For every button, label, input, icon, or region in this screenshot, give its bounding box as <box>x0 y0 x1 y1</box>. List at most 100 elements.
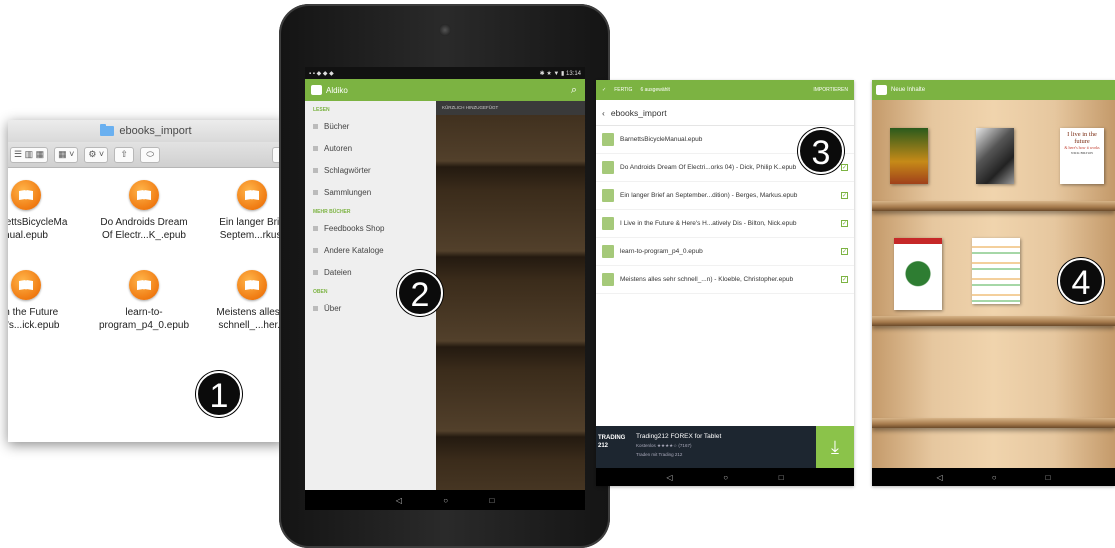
cover-author: NICK BILTON <box>1071 151 1093 155</box>
drawer-item-label: Bücher <box>324 121 350 131</box>
file-name-line2: program_p4_0.epub <box>98 320 190 331</box>
file-checkbox[interactable]: ✓ <box>841 192 848 199</box>
epub-file-icon <box>11 270 41 300</box>
step-badge-3: 3 <box>798 128 844 174</box>
file-name-line2: nual.epub <box>8 230 48 241</box>
back-icon[interactable]: ◁ <box>937 473 943 482</box>
drawer-item-label: Dateien <box>324 267 352 277</box>
ad-text: Trading212 FOREX for Tablet Kostenlos ★★… <box>636 432 721 459</box>
file-item[interactable]: Meistens alles s schnell_...her.e <box>202 270 284 332</box>
status-time: 13:14 <box>565 70 581 77</box>
back-icon[interactable]: ◁ <box>666 473 672 482</box>
file-item[interactable]: Do Androids Dream Of Electr...K_.epub <box>94 180 194 242</box>
book-cover[interactable] <box>972 238 1020 304</box>
recent-apps-icon[interactable]: □ <box>779 473 784 482</box>
file-item[interactable]: e in the Future ere's...ick.epub <box>8 270 76 332</box>
share-button[interactable]: ⇧ <box>114 146 135 163</box>
file-name-line1: BarnettsBicycleMa <box>8 217 68 228</box>
import-button[interactable]: IMPORTIEREN <box>813 87 848 93</box>
signal-icons: ✱ ★ ▼ ▮ <box>539 70 566 77</box>
action-gear-button[interactable]: ⚙ ˅ <box>84 146 109 163</box>
recent-apps-icon[interactable]: □ <box>489 496 494 505</box>
android-nav-bar: ◁ ○ □ <box>305 490 585 510</box>
file-row[interactable]: Meistens alles sehr schnell_...n) - Kloe… <box>596 266 854 294</box>
drawer-item-tags[interactable]: Schlagwörter <box>305 159 436 181</box>
back-icon[interactable]: ◁ <box>396 496 402 505</box>
ad-note: Traden mit Trading 212 <box>636 452 683 457</box>
book-cover[interactable] <box>976 128 1014 184</box>
android-nav-bar: ◁ ○ □ <box>872 468 1115 486</box>
file-checkbox[interactable]: ✓ <box>841 276 848 283</box>
book-cover[interactable]: I live in the future & here's how it wor… <box>1060 128 1104 184</box>
drawer-item-label: Über <box>324 303 342 313</box>
step-badge-4: 4 <box>1058 258 1104 304</box>
file-row[interactable]: I Live in the Future & Here's H...ativel… <box>596 210 854 238</box>
ad-title: Trading212 FOREX for Tablet <box>636 433 722 440</box>
finder-toolbar: ☰ ▥ ▦ ▦ ˅ ⚙ ˅ ⇧ ⬭ <box>8 142 284 168</box>
search-icon[interactable]: ⌕ <box>571 84 577 97</box>
epub-file-icon <box>129 180 159 210</box>
file-row[interactable]: Ein langer Brief an September...dition) … <box>596 182 854 210</box>
ad-logo-top: TRADING <box>598 435 626 441</box>
drawer-item-label: Feedbooks Shop <box>324 223 385 233</box>
drawer-item-books[interactable]: Bücher <box>305 115 436 137</box>
books-icon <box>313 123 318 129</box>
file-row[interactable]: learn-to-program_p4_0.epub ✓ <box>596 238 854 266</box>
epub-file-icon <box>129 270 159 300</box>
aldiko-app-bar: Aldiko ⌕ <box>305 79 585 101</box>
epub-file-icon <box>11 180 41 210</box>
file-name-line2: Of Electr...K_.epub <box>102 230 186 241</box>
file-name: I Live in the Future & Here's H...ativel… <box>620 220 797 227</box>
book-cover[interactable] <box>890 128 928 184</box>
tag-icon <box>313 167 318 173</box>
selected-count: 6 ausgewählt <box>640 87 670 93</box>
tag-button[interactable]: ⬭ <box>140 146 161 163</box>
drawer-item-catalogs[interactable]: Andere Kataloge <box>305 239 436 261</box>
status-bar: ▪ ▪ ◆ ◆ ◆ ✱ ★ ▼ ▮ 13:14 <box>305 67 585 79</box>
recent-apps-icon[interactable]: □ <box>1046 473 1051 482</box>
done-button[interactable]: FERTIG <box>614 87 632 93</box>
tablet-screen: ▪ ▪ ◆ ◆ ◆ ✱ ★ ▼ ▮ 13:14 Aldiko ⌕ LESEN B… <box>305 67 585 510</box>
ad-logo-bottom: 212 <box>598 443 609 449</box>
home-icon[interactable]: ○ <box>723 473 728 482</box>
file-name-line1: e in the Future <box>8 307 59 318</box>
file-name: Do Androids Dream Of Electri...orks 04) … <box>620 164 797 171</box>
book-cover[interactable] <box>894 238 942 310</box>
drawer-item-collections[interactable]: Sammlungen <box>305 181 436 203</box>
recent-header: KÜRZLICH HINZUGEFÜGT <box>436 101 585 115</box>
finder-title: ebooks_import <box>119 125 192 137</box>
file-item[interactable]: BarnettsBicycleMa nual.epub <box>8 180 76 242</box>
arrange-button[interactable]: ▦ ˅ <box>54 146 79 163</box>
step-badge-1: 1 <box>196 371 242 417</box>
ad-rating: Kostenlos ★★★★☆ (7167) <box>636 443 692 448</box>
file-name-line2: ere's...ick.epub <box>8 320 60 331</box>
catalog-icon <box>313 247 318 253</box>
cover-title: I live in the future <box>1067 131 1097 145</box>
file-name-line2: schnell_...her.e <box>218 320 284 331</box>
drawer-item-authors[interactable]: Autoren <box>305 137 436 159</box>
file-item[interactable]: learn-to- program_p4_0.epub <box>94 270 194 332</box>
home-icon[interactable]: ○ <box>992 473 997 482</box>
home-icon[interactable]: ○ <box>443 496 448 505</box>
view-icon-button[interactable]: ☰ ▥ ▦ <box>10 146 49 163</box>
file-item[interactable]: Ein langer Brie Septem...rkus. <box>202 180 284 242</box>
store-icon <box>313 225 318 231</box>
file-checkbox[interactable]: ✓ <box>841 220 848 227</box>
drawer-item-label: Sammlungen <box>324 187 372 197</box>
download-icon[interactable]: ⤓ <box>816 426 854 468</box>
drawer-item-feedbooks[interactable]: Feedbooks Shop <box>305 217 436 239</box>
file-checkbox[interactable]: ✓ <box>841 248 848 255</box>
file-checkbox[interactable]: ✓ <box>841 164 848 171</box>
epub-file-icon <box>602 273 614 286</box>
done-check-icon[interactable]: ✓ <box>602 87 606 93</box>
aldiko-logo-icon[interactable] <box>876 85 887 95</box>
ad-banner[interactable]: TRADING 212 Trading212 FOREX for Tablet … <box>596 426 854 468</box>
aldiko-logo-icon[interactable] <box>311 85 322 95</box>
drawer-item-label: Andere Kataloge <box>324 245 384 255</box>
selection-action-bar: ✓ FERTIG 6 ausgewählt IMPORTIEREN <box>596 80 854 100</box>
back-chevron-icon[interactable]: ‹ <box>602 108 605 118</box>
bookshelf-title: Neue Inhalte <box>891 87 926 93</box>
authors-icon <box>313 145 318 151</box>
step-badge-2: 2 <box>397 270 443 316</box>
shelf-board <box>872 316 1115 326</box>
